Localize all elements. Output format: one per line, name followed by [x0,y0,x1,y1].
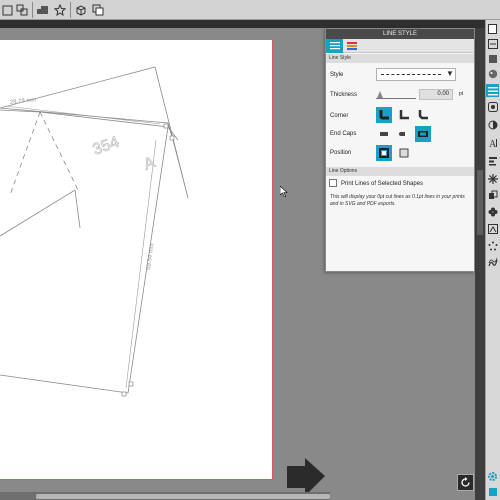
mouse-cursor-icon [279,184,288,202]
end-cap-round-button[interactable] [396,126,412,142]
shape-number-label: 354 [91,134,122,159]
print-lines-checkbox[interactable] [329,179,337,187]
star-shape-icon[interactable] [52,2,68,18]
palette-icon[interactable] [486,67,499,80]
corner-bevel-button[interactable] [415,107,431,123]
align-icon[interactable] [486,154,499,167]
weld-icon[interactable] [35,2,51,18]
panel-controls: ▼ 0.00 pt [325,28,475,272]
dimension-line-top [4,105,161,125]
panel-scroll-thumb[interactable] [477,170,483,235]
thickness-unit: pt [459,91,464,97]
replicate-icon[interactable] [486,172,499,185]
selection-handle[interactable] [169,135,175,141]
fold-line [9,111,41,196]
position-inside-button[interactable] [376,145,392,161]
3d-box-icon[interactable] [73,2,89,18]
refresh-icon[interactable] [457,474,474,491]
position-outside-button[interactable] [396,145,412,161]
shape-letter-label: A [142,154,158,174]
cut-settings-icon[interactable] [486,37,499,50]
end-cap-flat-button[interactable] [376,126,392,142]
selection-handle[interactable] [163,123,169,129]
sketch-icon[interactable] [486,256,499,269]
line-style-rail-icon[interactable] [486,84,499,97]
panel-scroll-track[interactable] [475,28,485,500]
dashed-line-preview [381,74,441,75]
flower-shape-icon[interactable] [486,205,499,218]
dimension-label-top: 28.79 mm [10,97,37,106]
svg-text:A: A [489,139,497,148]
ruler-bar [0,20,500,28]
dimension-label-side: 69.54 mm [146,243,156,270]
contrast-icon[interactable] [486,118,499,131]
image-effects-icon[interactable] [486,100,499,113]
layers-icon[interactable] [90,2,106,18]
toolbar-divider [70,2,71,18]
trace-icon[interactable] [486,222,499,235]
ungroup-icon[interactable] [14,2,30,18]
settings-gear-icon[interactable] [486,470,499,483]
shape-outline[interactable] [0,66,189,199]
top-toolbar [0,0,500,20]
thickness-slider-thumb[interactable] [377,91,383,98]
modify-icon[interactable] [486,188,499,201]
page-setup-icon[interactable] [486,22,499,35]
shape-fold[interactable] [0,189,81,237]
horizontal-scroll-thumb[interactable] [36,494,330,499]
thickness-input[interactable]: 0.00 [419,89,453,100]
fold-line [39,111,79,191]
selection-handle[interactable] [128,381,134,387]
fill-icon[interactable] [486,52,499,65]
panel-toggle-icon[interactable] [486,485,499,498]
corner-miter-button[interactable] [396,107,412,123]
text-icon[interactable]: A [486,136,499,149]
rhinestone-icon[interactable] [486,239,499,252]
chevron-down-icon[interactable]: ▼ [446,69,454,78]
end-cap-square-button[interactable] [415,126,431,142]
design-drawing[interactable]: 28.79 mm 69.54 mm 354 A [0,28,330,500]
selection-handle[interactable] [121,391,127,397]
thickness-slider-track[interactable] [376,98,416,99]
toolbar-divider [32,2,33,18]
corner-round-button[interactable] [376,107,392,123]
